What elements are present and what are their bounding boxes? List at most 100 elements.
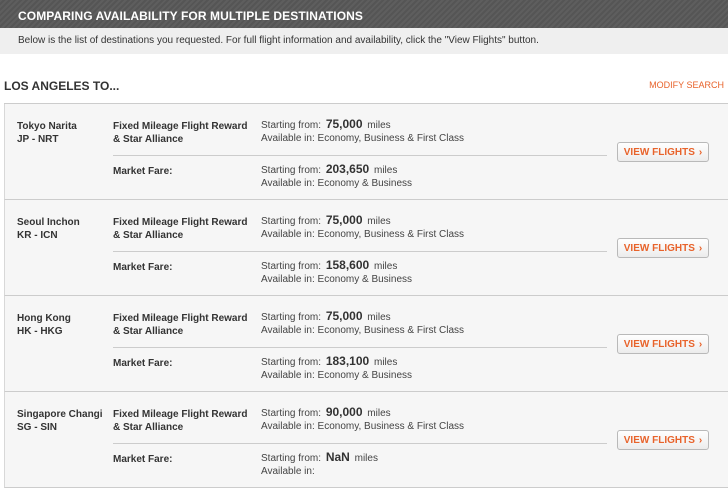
view-flights-button[interactable]: VIEW FLIGHTS ›	[617, 430, 709, 450]
chevron-right-icon: ›	[698, 338, 703, 350]
available-in-label: Available in:	[261, 466, 315, 477]
miles-unit: miles	[367, 408, 391, 419]
destination-name: Seoul Inchon KR - ICN	[17, 216, 80, 242]
row-divider	[113, 251, 607, 252]
market-miles: 183,100	[325, 354, 370, 368]
miles-unit: miles	[373, 165, 398, 176]
available-in-label: Available in:	[261, 421, 315, 432]
market-fare-label: Market Fare:	[113, 166, 173, 177]
destination-list: Tokyo Narita JP - NRT Fixed Mileage Flig…	[4, 104, 728, 488]
market-classes: Economy & Business	[317, 370, 413, 381]
destination-row-nrt: Tokyo Narita JP - NRT Fixed Mileage Flig…	[4, 104, 728, 200]
view-flights-button[interactable]: VIEW FLIGHTS ›	[617, 142, 709, 162]
destination-name: Tokyo Narita JP - NRT	[17, 120, 77, 146]
modify-search-link[interactable]: MODIFY SEARCH	[649, 80, 724, 90]
reward-label-line2: & Star Alliance	[113, 326, 184, 337]
starting-from-label: Starting from:	[261, 165, 322, 176]
starting-from-label: Starting from:	[261, 261, 322, 272]
miles-unit: miles	[367, 120, 391, 131]
starting-from-label: Starting from:	[261, 357, 322, 368]
destination-code: KR - ICN	[17, 230, 58, 241]
miles-unit: miles	[354, 453, 378, 464]
row-divider	[113, 155, 607, 156]
market-classes: Economy & Business	[317, 274, 413, 285]
available-in-label: Available in:	[261, 274, 315, 285]
available-in-label: Available in:	[261, 178, 315, 189]
reward-miles: 90,000	[325, 405, 363, 419]
view-flights-button[interactable]: VIEW FLIGHTS ›	[617, 238, 709, 258]
miles-unit: miles	[367, 216, 391, 227]
row-divider	[113, 443, 607, 444]
reward-label-line2: & Star Alliance	[113, 422, 184, 433]
chevron-right-icon: ›	[698, 242, 703, 254]
market-miles: 203,650	[325, 162, 370, 176]
market-info: Starting from: 158,600 miles Available i…	[261, 259, 412, 286]
destination-code: HK - HKG	[17, 326, 63, 337]
available-in-label: Available in:	[261, 370, 315, 381]
reward-label: Fixed Mileage Flight Reward & Star Allia…	[113, 408, 253, 434]
view-flights-button[interactable]: VIEW FLIGHTS ›	[617, 334, 709, 354]
destination-name: Singapore Changi SG - SIN	[17, 408, 103, 434]
destination-code: SG - SIN	[17, 422, 58, 433]
available-in-label: Available in:	[261, 133, 315, 144]
instructions-bar: Below is the list of destinations you re…	[0, 28, 728, 54]
miles-unit: miles	[367, 312, 391, 323]
destination-row-icn: Seoul Inchon KR - ICN Fixed Mileage Flig…	[4, 200, 728, 296]
reward-label-line1: Fixed Mileage Flight Reward	[113, 313, 248, 324]
reward-info: Starting from: 75,000 miles Available in…	[261, 118, 464, 145]
reward-label-line1: Fixed Mileage Flight Reward	[113, 217, 248, 228]
reward-miles: 75,000	[325, 117, 363, 131]
page-title: COMPARING AVAILABILITY FOR MULTIPLE DEST…	[18, 9, 364, 23]
destination-city: Tokyo Narita	[17, 121, 77, 132]
reward-classes: Economy, Business & First Class	[317, 229, 465, 240]
destination-row-hkg: Hong Kong HK - HKG Fixed Mileage Flight …	[4, 296, 728, 392]
view-flights-label: VIEW FLIGHTS	[623, 338, 695, 350]
reward-label: Fixed Mileage Flight Reward & Star Allia…	[113, 120, 253, 146]
starting-from-label: Starting from:	[261, 453, 322, 464]
origin-title: LOS ANGELES TO...	[4, 79, 120, 93]
available-in-label: Available in:	[261, 229, 315, 240]
starting-from-label: Starting from:	[261, 120, 322, 131]
chevron-right-icon: ›	[698, 146, 703, 158]
chevron-right-icon: ›	[698, 434, 703, 446]
view-flights-label: VIEW FLIGHTS	[623, 434, 695, 446]
destination-city: Hong Kong	[17, 313, 71, 324]
reward-classes: Economy, Business & First Class	[317, 421, 465, 432]
destination-row-sin: Singapore Changi SG - SIN Fixed Mileage …	[4, 392, 728, 488]
starting-from-label: Starting from:	[261, 216, 322, 227]
view-flights-label: VIEW FLIGHTS	[623, 242, 695, 254]
reward-label-line2: & Star Alliance	[113, 230, 184, 241]
view-flights-label: VIEW FLIGHTS	[623, 146, 695, 158]
instructions-text: Below is the list of destinations you re…	[18, 35, 539, 46]
reward-classes: Economy, Business & First Class	[317, 133, 465, 144]
reward-classes: Economy, Business & First Class	[317, 325, 465, 336]
reward-label-line1: Fixed Mileage Flight Reward	[113, 121, 248, 132]
starting-from-label: Starting from:	[261, 312, 322, 323]
reward-info: Starting from: 75,000 miles Available in…	[261, 310, 464, 337]
market-fare-label: Market Fare:	[113, 454, 173, 465]
reward-miles: 75,000	[325, 213, 363, 227]
reward-label: Fixed Mileage Flight Reward & Star Allia…	[113, 312, 253, 338]
destination-name: Hong Kong HK - HKG	[17, 312, 71, 338]
reward-label: Fixed Mileage Flight Reward & Star Allia…	[113, 216, 253, 242]
page-header: COMPARING AVAILABILITY FOR MULTIPLE DEST…	[0, 0, 728, 28]
destination-code: JP - NRT	[17, 134, 59, 145]
miles-unit: miles	[373, 357, 398, 368]
market-info: Starting from: NaN miles Available in:	[261, 451, 378, 478]
destination-city: Singapore Changi	[17, 409, 103, 420]
market-classes: Economy & Business	[317, 178, 413, 189]
market-fare-label: Market Fare:	[113, 358, 173, 369]
market-info: Starting from: 203,650 miles Available i…	[261, 163, 412, 190]
reward-miles: 75,000	[325, 309, 363, 323]
destination-city: Seoul Inchon	[17, 217, 80, 228]
starting-from-label: Starting from:	[261, 408, 322, 419]
market-miles: NaN	[325, 450, 350, 464]
reward-label-line1: Fixed Mileage Flight Reward	[113, 409, 248, 420]
market-info: Starting from: 183,100 miles Available i…	[261, 355, 412, 382]
reward-label-line2: & Star Alliance	[113, 134, 184, 145]
market-fare-label: Market Fare:	[113, 262, 173, 273]
miles-unit: miles	[373, 261, 398, 272]
available-in-label: Available in:	[261, 325, 315, 336]
row-divider	[113, 347, 607, 348]
reward-info: Starting from: 75,000 miles Available in…	[261, 214, 464, 241]
